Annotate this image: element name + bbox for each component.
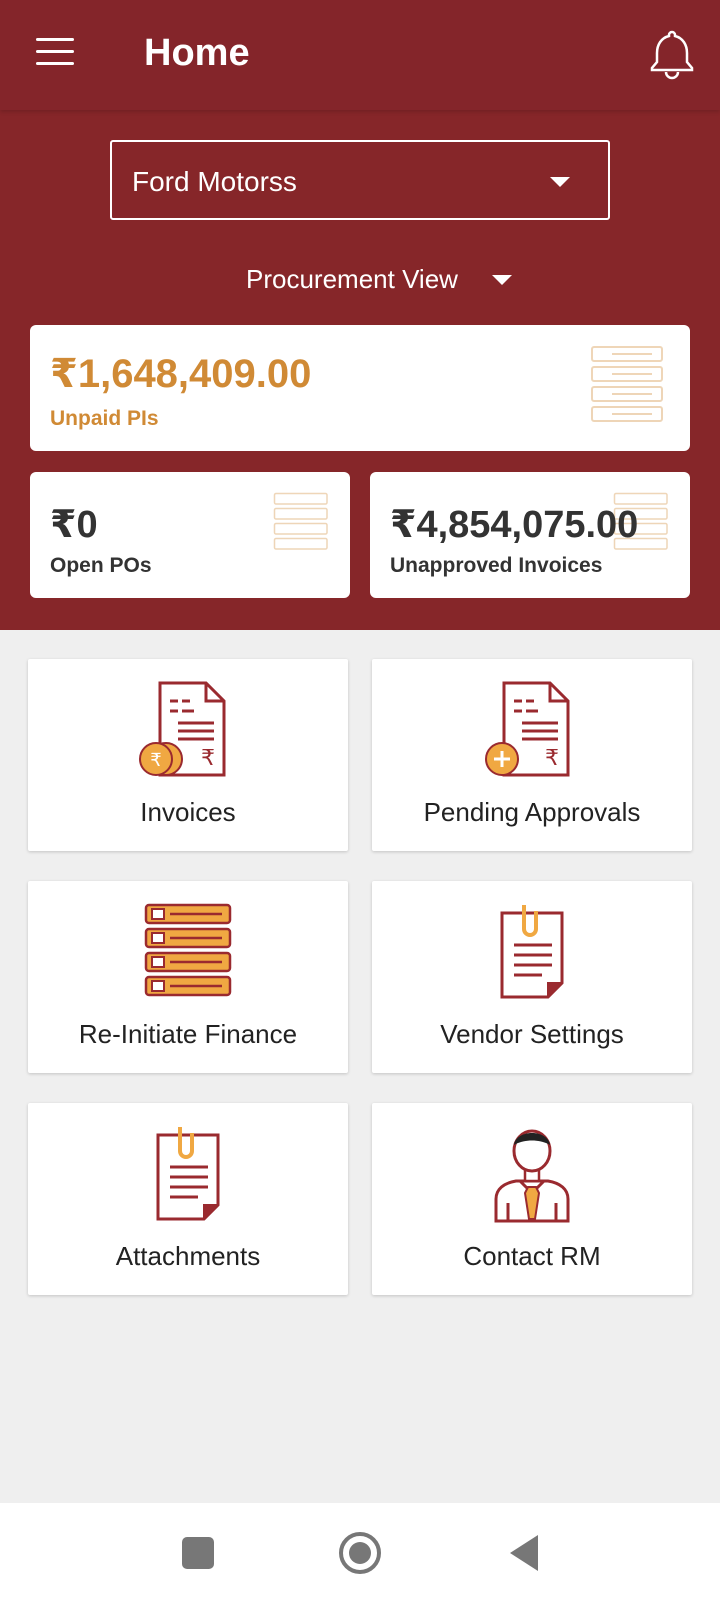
view-select-value: Procurement View: [246, 264, 458, 294]
tile-label: Vendor Settings: [440, 1019, 624, 1049]
svg-text:₹: ₹: [545, 746, 559, 771]
tile-invoices[interactable]: ₹ ₹ Invoices: [28, 659, 348, 851]
tile-re-initiate-finance[interactable]: Re-Initiate Finance: [28, 881, 348, 1073]
unpaid-amount: ₹1,648,409.00: [50, 352, 312, 396]
view-select[interactable]: Procurement View: [246, 264, 513, 304]
svg-text:₹: ₹: [150, 750, 161, 771]
unapproved-invoices-card[interactable]: ₹4,854,075.00 Unapproved Invoices: [370, 472, 690, 598]
unapproved-label: Unapproved Invoices: [390, 554, 603, 577]
unpaid-pis-card[interactable]: ₹1,648,409.00 Unpaid PIs: [30, 325, 690, 451]
unpaid-label: Unpaid PIs: [50, 407, 159, 430]
open-pos-card[interactable]: ₹0 Open POs: [30, 472, 350, 598]
company-select-value: Ford Motorss: [132, 166, 297, 197]
tile-label: Invoices: [140, 797, 236, 827]
system-nav-bar: [0, 1503, 720, 1599]
invoice-rupee-icon: ₹ ₹: [139, 681, 226, 777]
chevron-down-icon: [492, 274, 513, 285]
clipped-document-icon: [500, 905, 564, 999]
relationship-manager-icon: [494, 1129, 570, 1223]
tile-label: Pending Approvals: [423, 797, 641, 827]
unapproved-amount: ₹4,854,075.00: [390, 504, 639, 546]
tile-attachments[interactable]: Attachments: [28, 1103, 348, 1295]
checklist-icon: [273, 492, 328, 550]
tile-contact-rm[interactable]: Contact RM: [372, 1103, 692, 1295]
checklist-stack-icon: [144, 903, 232, 997]
chevron-down-icon: [550, 177, 570, 187]
company-select[interactable]: Ford Motorss: [110, 140, 610, 220]
clipped-document-icon: [156, 1127, 220, 1221]
back-icon[interactable]: [504, 1531, 548, 1575]
home-icon[interactable]: [338, 1531, 382, 1575]
bell-icon[interactable]: [648, 28, 696, 80]
tile-pending-approvals[interactable]: ₹ Pending Approvals: [372, 659, 692, 851]
tile-label: Re-Initiate Finance: [78, 1019, 298, 1049]
open-pos-amount: ₹0: [50, 504, 98, 546]
tile-label: Contact RM: [463, 1241, 601, 1271]
checklist-icon: [591, 346, 663, 422]
app-bar: Home: [0, 0, 720, 110]
open-pos-label: Open POs: [50, 554, 152, 577]
tile-vendor-settings[interactable]: Vendor Settings: [372, 881, 692, 1073]
svg-text:₹: ₹: [201, 746, 215, 771]
recent-apps-icon[interactable]: [176, 1531, 220, 1575]
tile-label: Attachments: [115, 1241, 261, 1271]
invoice-add-icon: ₹: [485, 681, 570, 777]
menu-icon[interactable]: [36, 38, 76, 68]
page-title: Home: [144, 32, 250, 74]
